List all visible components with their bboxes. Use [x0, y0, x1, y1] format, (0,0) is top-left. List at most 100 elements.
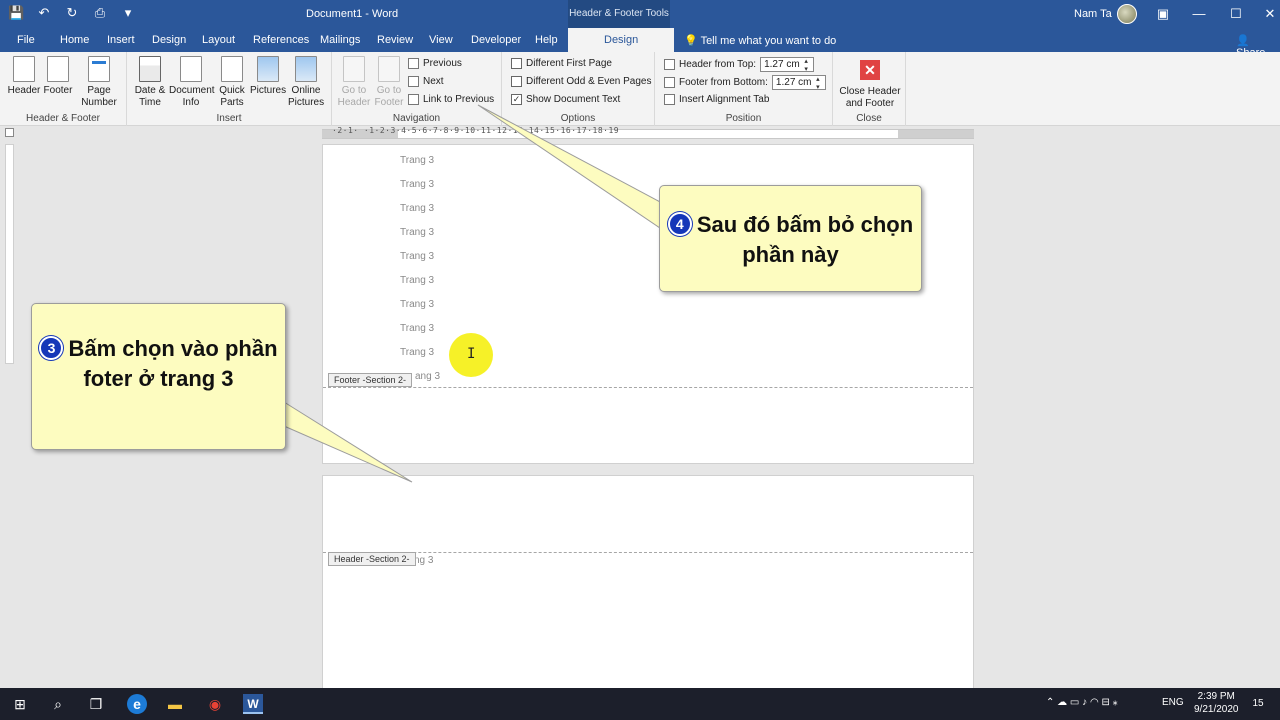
- search-icon[interactable]: ⌕: [48, 694, 68, 714]
- body-line: Trang 3: [400, 323, 435, 334]
- redo-icon[interactable]: ↻: [64, 5, 80, 21]
- tab-review[interactable]: Review: [377, 34, 413, 46]
- close-icon[interactable]: ✕: [1260, 6, 1280, 22]
- different-first-page-checkbox[interactable]: Different First Page: [511, 58, 612, 69]
- previous-button[interactable]: Previous: [408, 58, 462, 69]
- tab-home[interactable]: Home: [60, 34, 89, 46]
- notification-icon[interactable]: 15: [1248, 694, 1268, 714]
- header-from-top-row: Header from Top: 1.27 cm: [664, 57, 815, 73]
- tab-references[interactable]: References: [253, 34, 309, 46]
- different-odd-even-checkbox[interactable]: Different Odd & Even Pages: [511, 76, 651, 87]
- header-from-top-input[interactable]: 1.27 cm: [760, 57, 815, 73]
- pictures-button[interactable]: Pictures: [250, 56, 286, 97]
- tab-view[interactable]: View: [429, 34, 453, 46]
- date-time-button[interactable]: Date & Time: [133, 56, 167, 109]
- body-line: Trang 3: [400, 227, 435, 238]
- show-document-text-checkbox[interactable]: ✓ Show Document Text: [511, 94, 620, 105]
- customize-qat-icon[interactable]: ▾: [120, 5, 136, 21]
- online-picture-icon: [295, 56, 317, 82]
- date-time-label: Date & Time: [134, 85, 166, 108]
- clock[interactable]: 2:39 PM 9/21/2020: [1194, 690, 1239, 716]
- group-label: Options: [560, 113, 596, 124]
- insert-alignment-tab-button[interactable]: Insert Alignment Tab: [664, 94, 769, 105]
- link-icon: [408, 94, 419, 105]
- file-explorer-icon[interactable]: ▬: [165, 694, 185, 714]
- ibeam-cursor-icon: I: [467, 346, 476, 362]
- body-line: Trang 3: [400, 203, 435, 214]
- insert-alignment-tab-label: Insert Alignment Tab: [679, 94, 770, 105]
- page-2[interactable]: ng 3 Header -Section 2-: [322, 475, 974, 690]
- right-margin-area: [898, 130, 974, 138]
- group-label: Header & Footer: [26, 113, 100, 124]
- quick-parts-button[interactable]: Quick Parts: [215, 56, 249, 109]
- footer-button[interactable]: Footer: [41, 56, 75, 97]
- go-to-header-button[interactable]: Go to Header: [337, 56, 371, 109]
- quick-parts-label: Quick Parts: [219, 85, 245, 108]
- language-indicator[interactable]: ENG: [1162, 697, 1184, 708]
- go-to-footer-button[interactable]: Go to Footer: [372, 56, 406, 109]
- next-button[interactable]: Next: [408, 76, 444, 87]
- tab-design[interactable]: Design: [152, 34, 186, 46]
- header-icon: [13, 56, 35, 82]
- context-tools-title: Header & Footer Tools: [568, 0, 670, 28]
- group-options: Different First Page Different Odd & Eve…: [502, 52, 655, 126]
- body-line: Trang 3: [400, 299, 435, 310]
- footer-label: Footer: [43, 85, 73, 96]
- step-number-badge: 3: [39, 336, 64, 360]
- header-button[interactable]: Header: [7, 56, 41, 97]
- go-to-footer-label: Go to Footer: [374, 85, 404, 108]
- horizontal-ruler[interactable]: ·2·1· ·1·2·3·4·5·6·7·8·9·10·11·12·13·14·…: [0, 126, 1280, 142]
- alignment-tab-icon: [664, 94, 675, 105]
- footer-from-bottom-label: Footer from Bottom:: [679, 77, 768, 88]
- body-line: ng 3: [414, 555, 434, 566]
- tab-header-footer-design[interactable]: Design: [568, 28, 675, 52]
- undo-icon[interactable]: ↶: [36, 5, 52, 21]
- word-icon[interactable]: W: [243, 694, 263, 714]
- maximize-icon[interactable]: ☐: [1226, 6, 1246, 22]
- save-icon[interactable]: 💾: [8, 5, 24, 21]
- tell-me-search[interactable]: 💡 Tell me what you want to do: [684, 34, 836, 47]
- link-to-previous-button[interactable]: Link to Previous: [408, 94, 494, 105]
- tab-developer[interactable]: Developer: [471, 34, 521, 46]
- page-number-button[interactable]: Page Number: [76, 56, 122, 109]
- tab-file[interactable]: File: [17, 34, 35, 46]
- ribbon: Header Footer Page Number Header & Foote…: [0, 52, 1280, 126]
- link-to-previous-label: Link to Previous: [423, 94, 495, 105]
- user-name[interactable]: Nam Ta: [1074, 8, 1112, 20]
- group-close: ✕ Close Header and Footer Close: [833, 52, 906, 126]
- edge-icon[interactable]: e: [127, 694, 147, 714]
- avatar[interactable]: [1117, 4, 1137, 24]
- tab-help[interactable]: Help: [535, 34, 558, 46]
- tab-insert[interactable]: Insert: [107, 34, 135, 46]
- different-odd-even-label: Different Odd & Even Pages: [526, 76, 652, 87]
- clock-date: 9/21/2020: [1194, 704, 1239, 715]
- person-icon: 👤: [1236, 35, 1250, 47]
- page-number-label: Page Number: [81, 85, 117, 108]
- lightbulb-icon: 💡: [684, 35, 698, 47]
- tab-selector-icon[interactable]: [5, 128, 14, 137]
- chrome-icon[interactable]: ◉: [205, 694, 225, 714]
- online-pictures-button[interactable]: Online Pictures: [288, 56, 324, 109]
- group-insert: Date & Time Document Info Quick Parts Pi…: [127, 52, 332, 126]
- next-icon: [408, 76, 419, 87]
- print-preview-icon[interactable]: ⎙: [92, 5, 108, 21]
- task-view-icon[interactable]: ❐: [86, 694, 106, 714]
- footer-position-icon: [664, 77, 675, 88]
- system-tray-icons[interactable]: ⌃ ☁ ▭ ♪ ◠ ⊟ ⁎: [1046, 697, 1118, 708]
- online-pictures-label: Online Pictures: [288, 85, 325, 108]
- document-info-button[interactable]: Document Info: [169, 56, 215, 109]
- vertical-ruler[interactable]: [5, 144, 14, 364]
- footer-from-bottom-input[interactable]: 1.27 cm: [771, 75, 826, 91]
- calendar-icon: [139, 56, 161, 82]
- go-to-header-icon: [343, 56, 365, 82]
- minimize-icon[interactable]: —: [1189, 6, 1209, 21]
- tab-layout[interactable]: Layout: [202, 34, 235, 46]
- group-position: Header from Top:1.27 cm Footer from Bott…: [655, 52, 833, 126]
- group-label: Navigation: [392, 113, 441, 124]
- show-document-text-label: Show Document Text: [526, 94, 621, 105]
- close-header-footer-button[interactable]: ✕ Close Header and Footer: [837, 56, 903, 110]
- pictures-label: Pictures: [250, 85, 287, 96]
- ribbon-display-options-icon[interactable]: ▣: [1153, 6, 1173, 22]
- tab-mailings[interactable]: Mailings: [320, 34, 360, 46]
- start-icon[interactable]: ⊞: [10, 694, 30, 714]
